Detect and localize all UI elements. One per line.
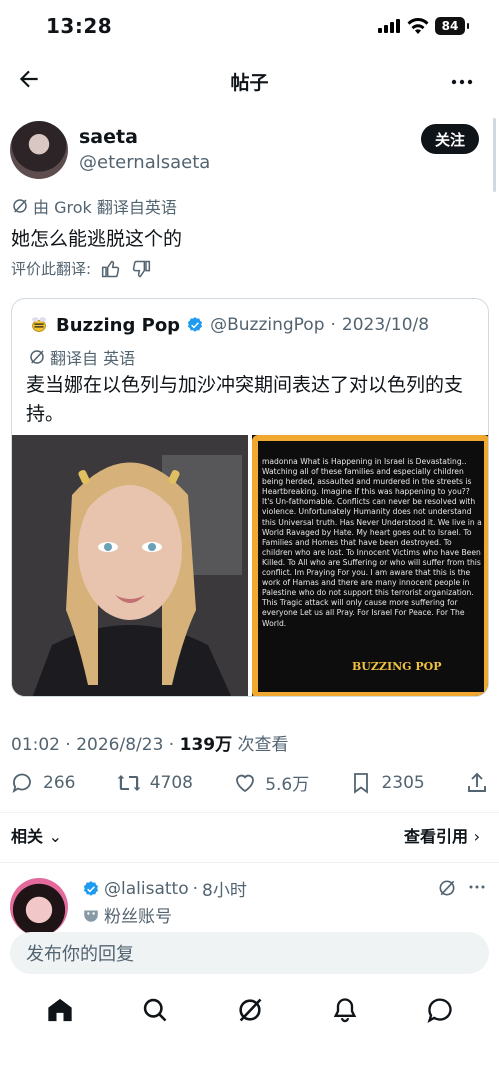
like-button[interactable]: 5.6万 <box>233 770 309 795</box>
translation-source-label: 由 Grok 翻译自英语 <box>33 198 177 217</box>
author-name[interactable]: saeta <box>79 126 138 148</box>
rate-label: 评价此翻译: <box>11 260 92 278</box>
thumbs-up-icon <box>101 260 120 277</box>
thumbs-up-button[interactable] <box>101 259 121 279</box>
view-quotes-link[interactable]: 查看引用 › <box>404 823 480 847</box>
mask-icon <box>84 910 98 922</box>
grok-icon <box>30 350 44 364</box>
translation-note: 由 Grok 翻译自英语 <box>11 194 177 218</box>
search-icon <box>143 998 166 1022</box>
dot-separator: · <box>65 735 71 755</box>
buzzing-pop-logo: BUZZING POP <box>352 660 442 673</box>
reply-input[interactable]: 发布你的回复 <box>10 932 489 974</box>
wifi-icon <box>406 16 430 36</box>
bell-icon <box>333 998 356 1023</box>
tab-notifications[interactable] <box>331 996 359 1024</box>
reply-more-button[interactable] <box>468 878 486 896</box>
tab-grok[interactable] <box>236 996 264 1024</box>
tab-search[interactable] <box>141 996 169 1024</box>
repost-button[interactable]: 4708 <box>116 770 193 795</box>
action-bar: 266 4708 5.6万 2305 <box>11 770 489 795</box>
grok-icon <box>439 880 455 896</box>
verified-badge-icon <box>187 317 203 332</box>
author-handle[interactable]: @eternalsaeta <box>79 152 210 173</box>
reply-grok-button[interactable] <box>437 878 457 898</box>
post-time: 01:02 <box>11 735 60 755</box>
signal-icon <box>378 19 400 33</box>
related-label: 相关 <box>11 827 44 846</box>
bookmark-count: 2305 <box>381 772 425 793</box>
post-text: 她怎么能逃脱这个的 <box>11 228 183 250</box>
home-icon <box>47 998 72 1022</box>
share-icon <box>468 772 486 792</box>
author-avatar[interactable] <box>10 121 68 179</box>
heart-icon <box>236 774 255 792</box>
bottom-tab-bar <box>0 996 499 1024</box>
grok-icon <box>238 998 261 1022</box>
divider <box>0 862 499 863</box>
tab-home[interactable] <box>46 996 74 1024</box>
follow-button[interactable]: 关注 <box>421 124 479 154</box>
grok-icon <box>13 199 27 213</box>
bookmark-icon <box>354 772 369 794</box>
reply-button[interactable]: 266 <box>11 770 75 795</box>
repost-count: 4708 <box>149 772 193 793</box>
chevron-right-icon: › <box>473 827 480 846</box>
view-quotes-label: 查看引用 <box>404 827 469 846</box>
status-time: 13:28 <box>46 14 113 38</box>
reply-avatar[interactable] <box>10 878 68 936</box>
reply-time: 8小时 <box>202 881 247 901</box>
reply-header: @lalisatto · 8小时 <box>82 876 247 901</box>
quote-translated-label: 翻译自 英语 <box>50 349 136 368</box>
repost-icon <box>117 774 141 791</box>
thumbs-down-icon <box>132 260 151 277</box>
quote-text: 麦当娜在以色列与加沙冲突期间表达了对以色列的支持。 <box>26 374 464 425</box>
reply-handle[interactable]: @lalisatto <box>104 879 189 899</box>
quoted-post[interactable]: Buzzing Pop @BuzzingPop · 2023/10/8 翻译自 … <box>11 298 489 697</box>
tab-messages[interactable] <box>426 996 454 1024</box>
divider <box>0 812 499 813</box>
quote-author-name[interactable]: Buzzing Pop <box>56 315 180 336</box>
quote-author-handle[interactable]: @BuzzingPop <box>210 315 324 335</box>
fan-account-badge: 粉丝账号 <box>82 902 172 927</box>
fan-account-label: 粉丝账号 <box>104 907 172 927</box>
portrait-illustration <box>12 435 248 696</box>
reply-count: 266 <box>43 772 76 793</box>
dot-separator: · <box>192 878 198 899</box>
more-horizontal-icon <box>469 885 485 889</box>
rate-translation: 评价此翻译: <box>11 258 151 279</box>
quote-date: 2023/10/8 <box>341 315 430 335</box>
statement-text: madonna What is Happening in Israel is D… <box>262 457 482 628</box>
quote-photo-statement[interactable]: madonna What is Happening in Israel is D… <box>252 435 488 696</box>
post-date: 2026/8/23 <box>76 735 164 755</box>
quote-header: Buzzing Pop @BuzzingPop · 2023/10/8 <box>28 314 429 336</box>
bookmark-button[interactable]: 2305 <box>349 770 425 795</box>
bee-avatar-icon <box>32 317 46 332</box>
dot-separator: · <box>330 315 336 335</box>
quote-photo-selfie[interactable] <box>12 435 248 696</box>
chevron-down-icon: ⌄ <box>48 827 62 846</box>
message-icon <box>427 998 452 1023</box>
page-title: 帖子 <box>230 72 269 94</box>
battery-indicator: 84 <box>435 17 469 35</box>
more-horizontal-icon <box>451 79 473 85</box>
thumbs-down-button[interactable] <box>131 259 151 279</box>
more-options-button[interactable] <box>450 70 474 94</box>
scrollbar[interactable] <box>493 118 496 192</box>
quote-translation-note: 翻译自 英语 <box>28 345 135 369</box>
dot-separator: · <box>168 735 175 755</box>
view-label: 次查看 <box>237 735 289 755</box>
related-dropdown[interactable]: 相关 ⌄ <box>11 823 62 847</box>
like-count: 5.6万 <box>265 775 310 795</box>
reply-icon <box>12 773 31 793</box>
verified-badge-icon <box>83 880 99 896</box>
view-count: 139万 <box>179 735 233 755</box>
share-button[interactable] <box>465 770 489 795</box>
post-timestamp: 01:02 · 2026/8/23 · 139万 次查看 <box>11 730 289 755</box>
